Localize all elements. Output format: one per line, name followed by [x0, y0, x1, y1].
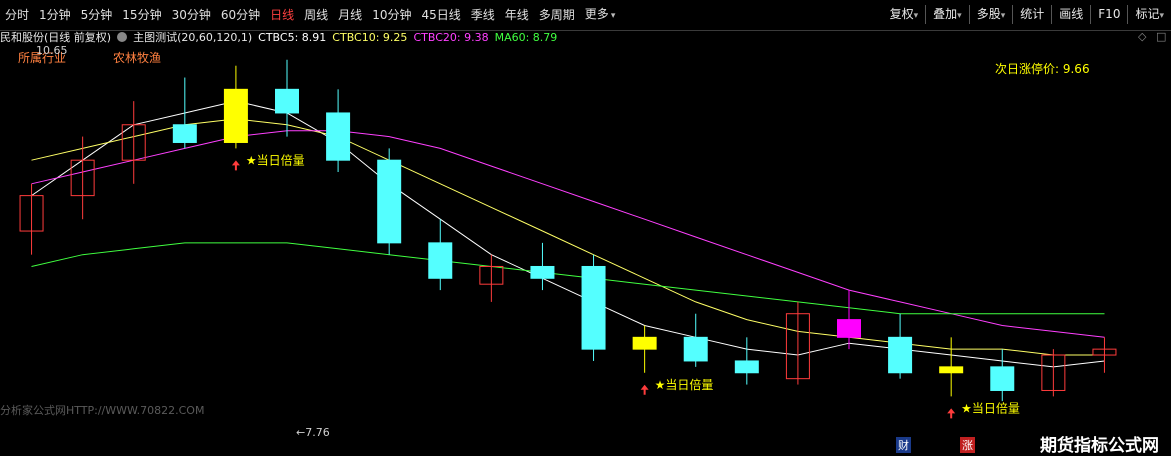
series-line-ctbc20: [31, 130, 1105, 338]
double-volume-label: ★当日倍量: [246, 152, 305, 167]
double-volume-label: ★当日倍量: [961, 400, 1020, 415]
candle-body: [172, 124, 197, 143]
series-line-ctbc10: [31, 118, 1105, 356]
double-volume-label: ★当日倍量: [655, 377, 714, 392]
candle-body: [581, 265, 606, 350]
limit-up-marker[interactable]: 涨: [960, 437, 975, 453]
watermark-text: 分析家公式网HTTP://WWW.70822.COM: [0, 404, 205, 417]
candle-body: [530, 265, 555, 279]
candle-body: [837, 319, 861, 338]
candle-body: [939, 366, 964, 374]
candle-body: [275, 88, 299, 114]
finance-marker[interactable]: 财: [896, 437, 911, 453]
candle-body: [683, 336, 708, 362]
candle-body: [990, 366, 1015, 391]
candle-body: [377, 159, 402, 244]
up-arrow-icon: [231, 160, 240, 171]
candle-body: [428, 242, 453, 279]
limit-price-text: 次日涨停价: 9.66: [995, 62, 1090, 76]
candle-body: [734, 360, 759, 374]
low-price-label: ←7.76: [296, 426, 330, 439]
series-line-ma60: [31, 242, 1105, 315]
candle-body: [888, 336, 913, 374]
candle-body: [632, 336, 657, 350]
up-arrow-icon: [640, 384, 649, 395]
brand-watermark: 期货指标公式网: [1040, 436, 1159, 456]
high-price-label: 10.65: [36, 44, 68, 57]
industry-value[interactable]: 农林牧渔: [113, 49, 161, 66]
up-arrow-icon: [947, 408, 956, 419]
candle-body: [223, 88, 248, 143]
candle-body: [326, 112, 351, 161]
